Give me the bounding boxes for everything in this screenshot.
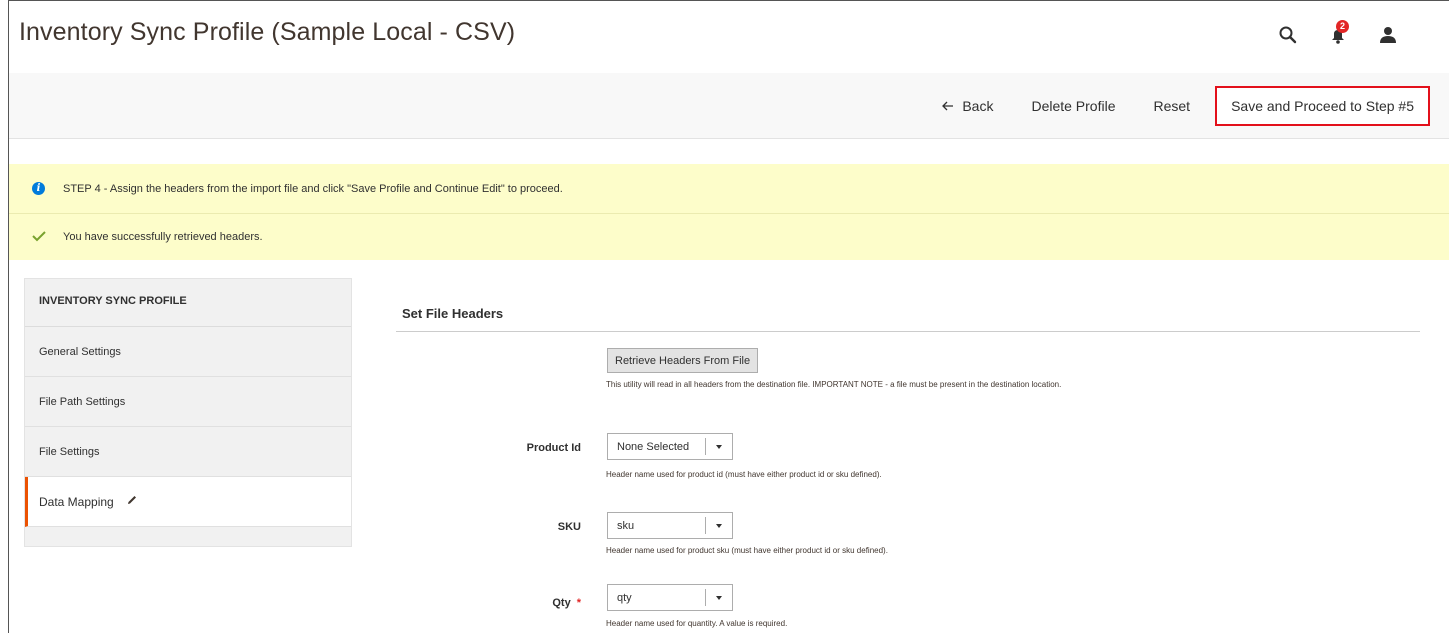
pencil-icon xyxy=(126,494,138,509)
sidebar-item-label: General Settings xyxy=(39,345,121,358)
sidebar-item-file-path-settings[interactable]: File Path Settings xyxy=(25,377,351,427)
app-frame: Inventory Sync Profile (Sample Local - C… xyxy=(8,0,1449,633)
sidebar-item-label: File Settings xyxy=(39,445,100,458)
bell-icon[interactable]: 2 xyxy=(1326,20,1350,47)
back-button[interactable]: Back xyxy=(923,98,1012,114)
qty-select[interactable]: qty xyxy=(607,584,733,611)
delete-profile-button[interactable]: Delete Profile xyxy=(1012,98,1134,114)
required-marker: * xyxy=(576,597,581,609)
product-id-value: None Selected xyxy=(617,440,690,453)
sku-select[interactable]: sku xyxy=(607,512,733,539)
product-id-label: Product Id xyxy=(526,442,581,454)
product-id-note: Header name used for product id (must ha… xyxy=(606,470,882,479)
success-message: You have successfully retrieved headers. xyxy=(9,214,1449,260)
qty-value: qty xyxy=(617,591,632,604)
success-message-text: You have successfully retrieved headers. xyxy=(63,231,263,243)
arrow-left-icon xyxy=(942,98,954,114)
qty-note: Header name used for quantity. A value i… xyxy=(606,619,788,628)
retrieve-headers-button[interactable]: Retrieve Headers From File xyxy=(607,348,759,373)
search-icon[interactable] xyxy=(1276,23,1300,47)
save-proceed-button[interactable]: Save and Proceed to Step #5 xyxy=(1215,86,1430,126)
section-title: Set File Headers xyxy=(402,306,504,321)
qty-label: Qty * xyxy=(552,597,581,609)
chevron-down-icon xyxy=(706,434,732,459)
profile-sidebar: INVENTORY SYNC PROFILE General Settings … xyxy=(24,278,352,547)
page-header: Inventory Sync Profile (Sample Local - C… xyxy=(9,1,1449,69)
sidebar-item-file-settings[interactable]: File Settings xyxy=(25,427,351,477)
page-title: Inventory Sync Profile (Sample Local - C… xyxy=(19,18,516,46)
user-icon[interactable] xyxy=(1376,23,1400,47)
sidebar-item-label: Data Mapping xyxy=(39,494,114,509)
back-label: Back xyxy=(962,98,994,114)
info-message-text: STEP 4 - Assign the headers from the imp… xyxy=(63,182,563,195)
sidebar-item-label: File Path Settings xyxy=(39,395,126,408)
sidebar-item-general-settings[interactable]: General Settings xyxy=(25,327,351,377)
retrieve-note: This utility will read in all headers fr… xyxy=(606,380,1062,389)
page-actions: Back Delete Profile Reset Save and Proce… xyxy=(923,73,1449,139)
chevron-down-icon xyxy=(706,585,732,610)
notification-badge: 2 xyxy=(1336,20,1349,33)
reset-button[interactable]: Reset xyxy=(1135,98,1210,114)
chevron-down-icon xyxy=(706,513,732,538)
product-id-select[interactable]: None Selected xyxy=(607,433,733,460)
sku-value: sku xyxy=(617,519,635,532)
info-message: i STEP 4 - Assign the headers from the i… xyxy=(9,164,1449,214)
checkmark-icon xyxy=(32,230,46,245)
sku-label: SKU xyxy=(557,521,581,533)
page-actions-bar: Back Delete Profile Reset Save and Proce… xyxy=(9,73,1449,139)
header-actions: 2 xyxy=(1276,20,1400,47)
info-icon: i xyxy=(32,182,45,195)
section-divider xyxy=(396,331,1420,332)
sku-note: Header name used for product sku (must h… xyxy=(606,546,888,555)
sidebar-title: INVENTORY SYNC PROFILE xyxy=(25,279,351,327)
sidebar-item-data-mapping[interactable]: Data Mapping xyxy=(25,477,351,527)
